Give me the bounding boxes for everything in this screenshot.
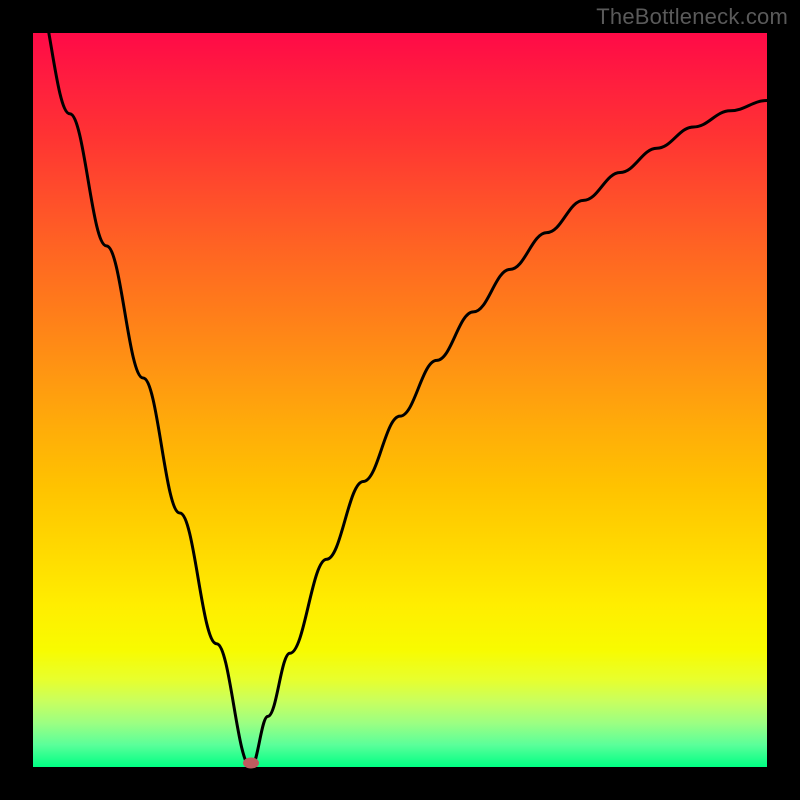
watermark-text: TheBottleneck.com [596, 4, 788, 30]
bottleneck-curve [33, 33, 767, 767]
curve-svg [33, 33, 767, 767]
minimum-marker [243, 758, 259, 769]
chart-plot-area [33, 33, 767, 767]
